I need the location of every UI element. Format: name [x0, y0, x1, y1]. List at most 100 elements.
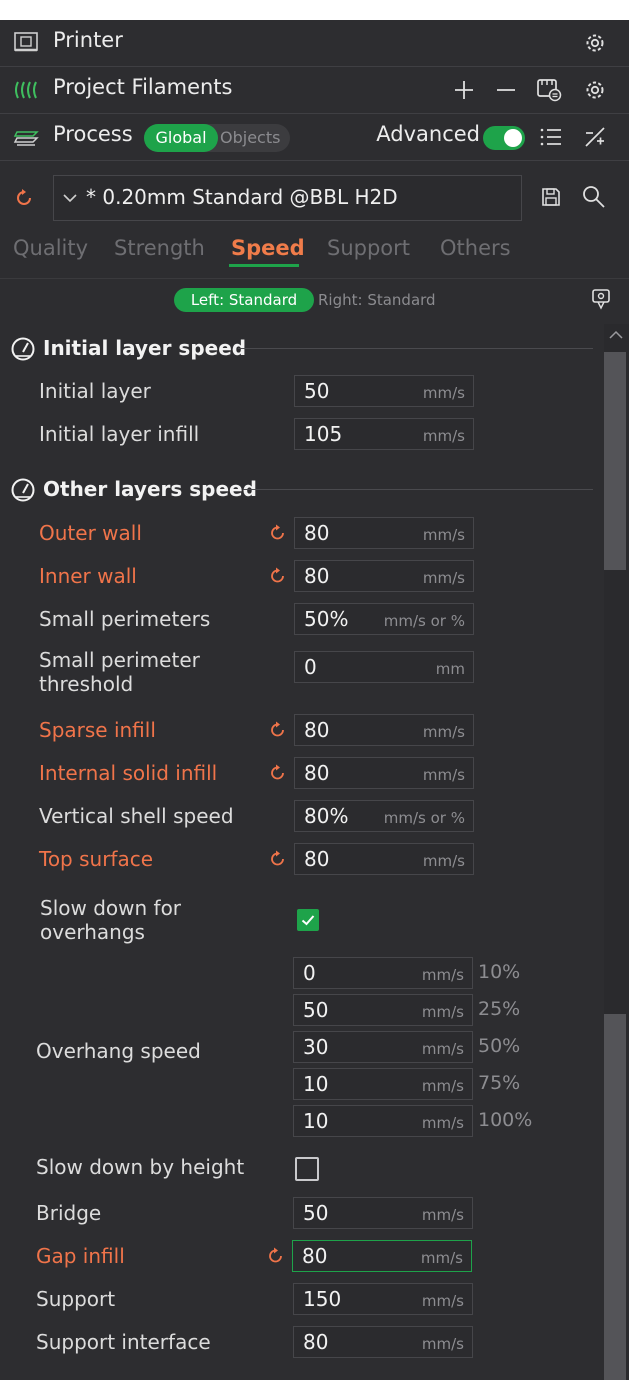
scope-global[interactable]: Global	[144, 124, 218, 152]
search-icon[interactable]	[581, 184, 607, 210]
field-value: 50	[303, 1201, 329, 1225]
setting-label: Sparse infill	[39, 718, 156, 742]
process-label: Process	[53, 122, 133, 146]
small-perimeters-input[interactable]: 50% mm/s or %	[294, 603, 474, 635]
section-title: Other layers speed	[43, 477, 257, 501]
compare-left[interactable]: Left: Standard	[174, 288, 314, 312]
overhang-speed-25-input[interactable]: 50 mm/s	[293, 994, 473, 1026]
field-unit: mm/s or %	[383, 809, 465, 827]
slow-overhangs-checkbox[interactable]	[297, 909, 319, 931]
gap-infill-input[interactable]: 80 mm/s	[292, 1240, 472, 1272]
slow-by-height-checkbox[interactable]	[295, 1157, 319, 1181]
setting-label: Initial layer infill	[39, 422, 200, 446]
process-header: Process Global Objects Advanced	[0, 114, 629, 161]
setting-label: Inner wall	[39, 564, 137, 588]
field-value: 10	[303, 1072, 329, 1096]
advanced-label: Advanced	[376, 122, 480, 146]
setting-label: Support interface	[36, 1330, 211, 1354]
field-unit: mm/s	[421, 966, 464, 984]
field-value: 150	[303, 1287, 342, 1311]
field-unit: mm/s	[420, 1249, 463, 1267]
initial-layer-infill-input[interactable]: 105 mm/s	[294, 418, 474, 450]
overhang-speed-75-input[interactable]: 10 mm/s	[293, 1068, 473, 1100]
field-value: 10	[303, 1109, 329, 1133]
setting-label: Internal solid infill	[39, 761, 218, 785]
outer-wall-input[interactable]: 80 mm/s	[294, 517, 474, 549]
reset-icon[interactable]	[268, 720, 288, 740]
setting-label: Support	[36, 1287, 116, 1311]
reset-icon[interactable]	[268, 566, 288, 586]
bridge-input[interactable]: 50 mm/s	[293, 1197, 473, 1229]
tab-strength[interactable]: Strength	[114, 236, 205, 260]
tab-support[interactable]: Support	[327, 236, 410, 260]
field-value: 80	[302, 1244, 328, 1268]
remove-filament-icon[interactable]	[495, 79, 517, 101]
vertical-shell-speed-input[interactable]: 80% mm/s or %	[294, 800, 474, 832]
printer-label: Printer	[53, 28, 123, 52]
scope-objects[interactable]: Objects	[220, 124, 280, 152]
field-unit: mm/s	[421, 1114, 464, 1132]
tab-quality[interactable]: Quality	[13, 236, 88, 260]
compare-settings-icon[interactable]	[590, 287, 614, 311]
printer-settings-icon[interactable]	[583, 31, 607, 55]
overhang-speed-100-input[interactable]: 10 mm/s	[293, 1105, 473, 1137]
reset-icon[interactable]	[268, 523, 288, 543]
field-unit: mm/s	[421, 1077, 464, 1095]
initial-layer-input[interactable]: 50 mm/s	[294, 375, 474, 407]
field-unit: mm/s	[421, 1040, 464, 1058]
field-unit: mm/s	[422, 766, 465, 784]
advanced-toggle[interactable]	[483, 126, 525, 150]
list-view-icon[interactable]	[539, 126, 563, 148]
small-perimeter-threshold-input[interactable]: 0 mm	[294, 651, 474, 683]
reset-icon[interactable]	[266, 1246, 286, 1266]
scrollbar-thumb[interactable]	[604, 352, 626, 570]
row-overhang-speed: Overhang speed 0 mm/s 10% 50 mm/s 25% 30…	[0, 957, 600, 1142]
section-divider	[238, 348, 593, 349]
tabs-divider	[0, 278, 629, 279]
add-filament-icon[interactable]	[453, 79, 475, 101]
setting-label: Slow down by height	[36, 1155, 245, 1179]
inner-wall-input[interactable]: 80 mm/s	[294, 560, 474, 592]
overhang-speed-10-input[interactable]: 0 mm/s	[293, 957, 473, 989]
preset-reset-icon[interactable]	[13, 187, 35, 209]
field-unit: mm/s	[422, 384, 465, 402]
field-unit: mm/s	[421, 1335, 464, 1353]
field-value: 0	[303, 961, 316, 985]
setting-label: Outer wall	[39, 521, 142, 545]
scope-switch[interactable]: Global Objects	[144, 124, 290, 152]
field-value: 50	[304, 379, 330, 403]
speedometer-icon	[11, 478, 35, 502]
reset-icon[interactable]	[268, 849, 288, 869]
preset-dropdown[interactable]: * 0.20mm Standard @BBL H2D	[53, 175, 522, 221]
filament-sync-icon[interactable]	[535, 77, 563, 103]
tab-others[interactable]: Others	[440, 236, 511, 260]
sparse-infill-input[interactable]: 80 mm/s	[294, 714, 474, 746]
support-interface-input[interactable]: 80 mm/s	[293, 1326, 473, 1358]
compare-right[interactable]: Right: Standard	[318, 288, 436, 312]
field-value: 80	[304, 718, 330, 742]
speedometer-icon	[11, 337, 35, 361]
field-value: 80	[304, 521, 330, 545]
filaments-header[interactable]: Project Filaments	[0, 67, 629, 114]
printer-header[interactable]: Printer	[0, 20, 629, 67]
save-icon[interactable]	[540, 186, 562, 208]
compare-icon[interactable]	[583, 125, 607, 149]
overhang-percent: 25%	[478, 998, 521, 1020]
top-surface-input[interactable]: 80 mm/s	[294, 843, 474, 875]
field-value: 105	[304, 422, 343, 446]
support-input[interactable]: 150 mm/s	[293, 1283, 473, 1315]
scrollbar-thumb-lower[interactable]	[604, 1014, 626, 1380]
setting-label: Gap infill	[36, 1244, 125, 1268]
field-unit: mm	[435, 660, 465, 678]
reset-icon[interactable]	[268, 763, 288, 783]
internal-solid-infill-input[interactable]: 80 mm/s	[294, 757, 474, 789]
printer-icon	[14, 32, 38, 52]
overhang-speed-50-input[interactable]: 30 mm/s	[293, 1031, 473, 1063]
scroll-up-icon[interactable]	[607, 328, 625, 342]
setting-label: Small perimeter	[39, 648, 200, 672]
field-unit: mm/s	[422, 427, 465, 445]
field-unit: mm/s	[421, 1206, 464, 1224]
tab-speed[interactable]: Speed	[231, 236, 305, 260]
filament-settings-icon[interactable]	[583, 78, 607, 102]
field-value: 50%	[304, 607, 349, 631]
